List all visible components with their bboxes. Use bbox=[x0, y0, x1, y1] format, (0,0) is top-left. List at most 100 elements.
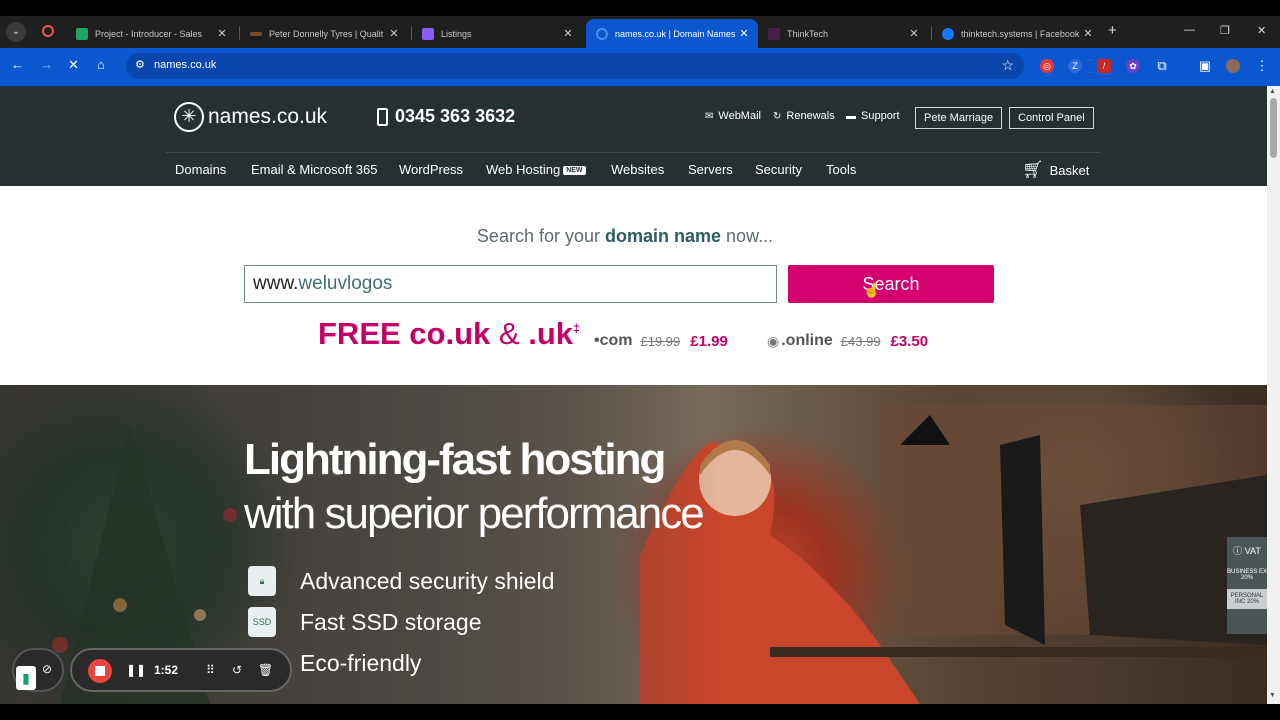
recorder-camera-toggle[interactable]: ▮ ⊘ bbox=[12, 648, 64, 692]
loading-spinner-icon bbox=[596, 27, 608, 40]
side-panel-icon[interactable]: ▣ bbox=[1198, 59, 1212, 73]
hero-headline: Lightning-fast hosting bbox=[244, 435, 666, 484]
minimize-icon[interactable]: — bbox=[1184, 24, 1195, 36]
tab-names-co-uk[interactable]: names.co.uk | Domain Names ✕ bbox=[586, 19, 758, 48]
menu-kebab-icon[interactable]: ⋮ bbox=[1255, 59, 1269, 73]
record-indicator-icon bbox=[42, 25, 54, 37]
grid-icon[interactable]: ⠿ bbox=[206, 663, 215, 677]
account-button[interactable]: Pete Marriage bbox=[915, 107, 1003, 129]
new-tab-icon[interactable]: + bbox=[1108, 22, 1117, 39]
listings-icon bbox=[422, 27, 434, 40]
tab-facebook[interactable]: thinktech.systems | Facebook ✕ bbox=[932, 19, 1102, 48]
sheets-icon bbox=[76, 27, 88, 40]
domain-search-input[interactable]: www. weluvlogos bbox=[244, 265, 777, 303]
close-icon[interactable]: ✕ bbox=[560, 27, 576, 40]
forward-icon[interactable]: → bbox=[40, 57, 53, 72]
scroll-down-icon[interactable]: ▼ bbox=[1269, 692, 1276, 699]
site-logo[interactable]: ✳ names.co.uk bbox=[174, 102, 327, 132]
support-link[interactable]: ▬ Support bbox=[846, 110, 900, 122]
pause-icon[interactable]: ❚❚ bbox=[126, 663, 146, 677]
restart-icon[interactable]: ↺ bbox=[232, 663, 242, 677]
nav-websites[interactable]: Websites bbox=[611, 162, 664, 177]
ssd-icon: SSD bbox=[248, 607, 276, 637]
extension-red-icon[interactable]: ◎ bbox=[1040, 59, 1054, 73]
logo-asterisk-icon: ✳ bbox=[174, 102, 204, 132]
extension-purple-icon[interactable]: ✿ bbox=[1126, 59, 1140, 73]
facebook-icon bbox=[942, 27, 954, 40]
new-badge: NEW bbox=[563, 166, 586, 175]
profile-avatar[interactable] bbox=[1226, 59, 1240, 73]
close-icon[interactable]: ✕ bbox=[736, 27, 752, 40]
close-icon[interactable]: ✕ bbox=[386, 27, 402, 40]
recording-timer: 1:52 bbox=[154, 663, 179, 677]
extensions-puzzle-icon[interactable]: ⧉ bbox=[1155, 59, 1169, 73]
online-logo: .online bbox=[781, 332, 833, 349]
window-close-icon[interactable]: ✕ bbox=[1257, 24, 1266, 37]
mouse-pointer-icon: ☝ bbox=[863, 282, 881, 298]
close-icon[interactable]: ✕ bbox=[906, 27, 922, 40]
camera-off-icon: ⊘ bbox=[42, 662, 53, 676]
url-text: names.co.uk bbox=[154, 59, 217, 71]
mail-icon: ✉ bbox=[705, 110, 714, 122]
scroll-up-icon[interactable]: ▲ bbox=[1269, 88, 1276, 95]
trash-icon[interactable]: 🗑︎ bbox=[258, 663, 273, 677]
control-panel-button[interactable]: Control Panel bbox=[1009, 107, 1094, 129]
screen-border-bottom bbox=[0, 704, 1280, 720]
free-couk-promo[interactable]: FREE co.uk & .uk‡ bbox=[318, 316, 580, 352]
back-icon[interactable]: ← bbox=[11, 57, 24, 72]
nav-web-hosting[interactable]: Web Hosting NEW bbox=[486, 162, 586, 177]
cart-icon: 🛒︎ bbox=[1022, 160, 1044, 179]
nav-domains[interactable]: Domains bbox=[175, 162, 226, 177]
search-button[interactable]: Search bbox=[788, 265, 994, 303]
site-favicon-icon bbox=[250, 31, 262, 36]
stop-loading-icon[interactable]: ✕ bbox=[68, 57, 79, 73]
nav-servers[interactable]: Servers bbox=[688, 162, 733, 177]
www-prefix: www. bbox=[253, 273, 299, 294]
nav-email-microsoft[interactable]: Email & Microsoft 365 bbox=[251, 162, 377, 177]
vat-personal-option[interactable]: PERSONAL INC 20% bbox=[1227, 589, 1267, 609]
restore-icon[interactable]: ❐ bbox=[1220, 24, 1230, 37]
hero-subheadline: with superior performance bbox=[244, 489, 705, 538]
browser-tabbar: ⌄ Project - Introducer - Sales ✕ Peter D… bbox=[0, 16, 1280, 48]
extension-pen-icon[interactable]: / bbox=[1097, 59, 1111, 73]
bookmark-star-icon[interactable]: ☆ bbox=[1001, 57, 1014, 74]
phone-number[interactable]: 0345 363 3632 bbox=[377, 106, 515, 127]
com-logo: •com bbox=[594, 332, 633, 349]
browser-toolbar: ← → ✕ ⌂ ⚙ names.co.uk ☆ ◎ Z / ✿ ⧉ ▣ ⋮ bbox=[0, 48, 1280, 86]
chat-icon: ▬ bbox=[846, 110, 856, 122]
tab-peter-donnelly[interactable]: Peter Donnelly Tyres | Qualit ✕ bbox=[240, 19, 408, 48]
recorder-logo-icon: ▮ bbox=[16, 666, 36, 690]
feature-security: 🔒︎ Advanced security shield bbox=[248, 566, 554, 596]
extension-z-icon[interactable]: Z bbox=[1068, 59, 1082, 73]
tab-thinktech[interactable]: ThinkTech ✕ bbox=[758, 19, 928, 48]
basket-link[interactable]: 🛒︎ Basket bbox=[1022, 160, 1089, 180]
nav-security[interactable]: Security bbox=[755, 162, 802, 177]
online-promo[interactable]: ◉ .online £43.99 £3.50 bbox=[767, 332, 928, 350]
vat-label: ⓘ VAT bbox=[1233, 546, 1261, 556]
tab-project-introducer[interactable]: Project - Introducer - Sales ✕ bbox=[66, 19, 236, 48]
page-scrollbar[interactable]: ▲ ▼ bbox=[1267, 86, 1280, 704]
address-bar[interactable]: ⚙ names.co.uk ☆ bbox=[126, 53, 1024, 79]
shield-lock-icon: 🔒︎ bbox=[248, 566, 276, 596]
vat-toggle[interactable]: ⓘ VAT BUSINESS EX 20% PERSONAL INC 20% bbox=[1227, 537, 1267, 634]
refresh-icon: ↻ bbox=[773, 110, 782, 122]
tab-listings[interactable]: Listings ✕ bbox=[412, 19, 582, 48]
webmail-link[interactable]: ✉ WebMail bbox=[705, 110, 761, 122]
stop-recording-button[interactable] bbox=[88, 659, 112, 683]
scroll-thumb[interactable] bbox=[1270, 98, 1277, 158]
renewals-link[interactable]: ↻ Renewals bbox=[773, 110, 835, 122]
home-icon[interactable]: ⌂ bbox=[97, 57, 105, 72]
vat-business-option[interactable]: BUSINESS EX 20% bbox=[1227, 569, 1267, 581]
nav-tools[interactable]: Tools bbox=[826, 162, 856, 177]
close-icon[interactable]: ✕ bbox=[214, 27, 230, 40]
close-icon[interactable]: ✕ bbox=[1080, 27, 1096, 40]
nav-wordpress[interactable]: WordPress bbox=[399, 162, 463, 177]
tab-search-icon[interactable]: ⌄ bbox=[6, 22, 26, 42]
screen-border-top bbox=[0, 0, 1280, 16]
phone-icon bbox=[377, 107, 388, 126]
site-info-icon[interactable]: ⚙ bbox=[135, 58, 145, 71]
thinktech-icon bbox=[768, 27, 780, 40]
domain-search-section: Search for your domain name now... www. w… bbox=[0, 186, 1267, 385]
online-globe-icon: ◉ bbox=[767, 332, 780, 349]
com-promo[interactable]: •com £19.99 £1.99 bbox=[594, 332, 728, 350]
